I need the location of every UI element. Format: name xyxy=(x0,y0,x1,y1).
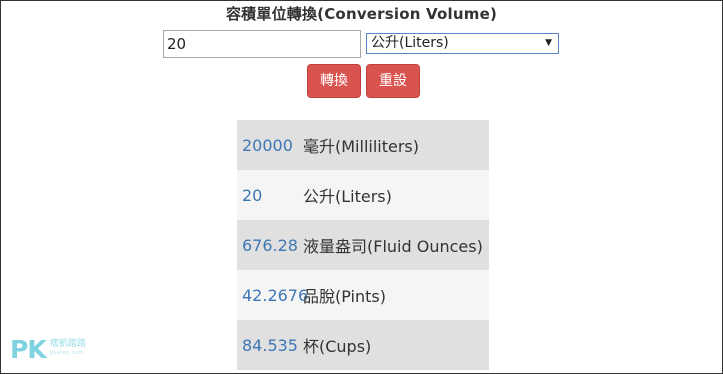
result-value: 676.28 xyxy=(242,235,298,255)
reset-button[interactable]: 重設 xyxy=(366,64,420,98)
watermark-cn: 痞凱踏踏 xyxy=(49,339,86,349)
page-title: 容積單位轉換(Conversion Volume) xyxy=(225,5,498,23)
unit-select-value: 公升(Liters) xyxy=(371,35,449,51)
watermark-logo: PK 痞凱踏踏 pkstep.com xyxy=(10,334,86,364)
result-row-fluid-ounces: 676.28 液量盎司(Fluid Ounces) xyxy=(237,220,489,270)
result-row-pints: 42.2676 品脫(Pints) xyxy=(237,270,489,320)
result-unit: 公升(Liters) xyxy=(303,187,392,206)
result-value: 20000 xyxy=(242,135,293,155)
unit-select[interactable]: 公升(Liters) ▼ xyxy=(366,33,559,54)
results-table: 20000 毫升(Milliliters) 20 公升(Liters) 676.… xyxy=(237,120,489,370)
chevron-down-icon: ▼ xyxy=(545,38,552,48)
result-value: 84.535 xyxy=(242,335,298,355)
result-unit: 液量盎司(Fluid Ounces) xyxy=(303,237,483,256)
result-row-milliliters: 20000 毫升(Milliliters) xyxy=(237,120,489,170)
watermark-text: 痞凱踏踏 pkstep.com xyxy=(50,340,86,358)
result-unit: 杯(Cups) xyxy=(303,337,372,356)
result-row-liters: 20 公升(Liters) xyxy=(237,170,489,220)
result-unit: 品脫(Pints) xyxy=(303,287,386,306)
watermark-en: pkstep.com xyxy=(49,350,84,356)
result-value: 20 xyxy=(242,185,263,205)
watermark-logo-mark: PK xyxy=(10,334,47,364)
result-row-cups: 84.535 杯(Cups) xyxy=(237,320,489,370)
convert-button[interactable]: 轉換 xyxy=(307,64,361,98)
result-unit: 毫升(Milliliters) xyxy=(303,137,419,156)
result-value: 42.2676 xyxy=(242,285,309,305)
volume-input[interactable] xyxy=(163,30,361,58)
